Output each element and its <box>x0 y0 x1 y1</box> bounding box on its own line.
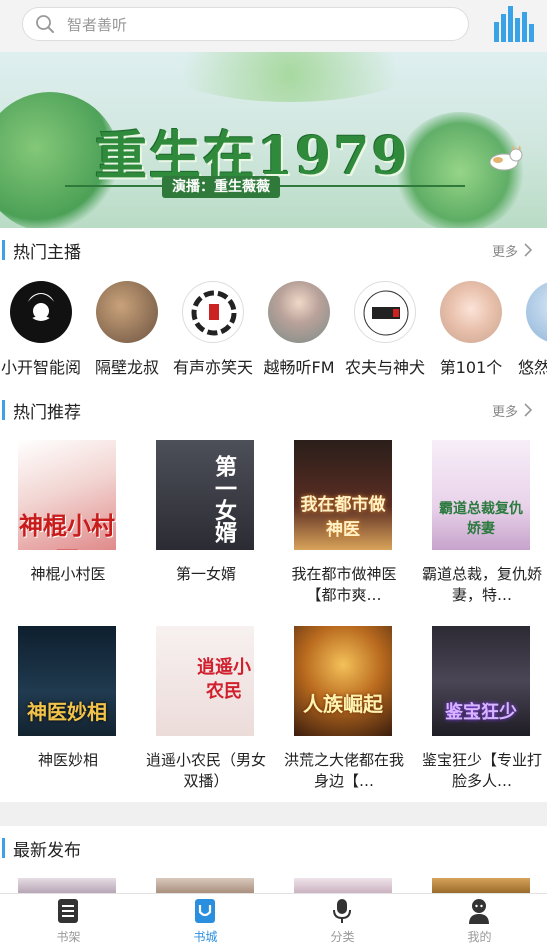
anchor-item[interactable]: 越畅听FM <box>254 278 344 382</box>
latest-header: 最新发布 <box>0 828 547 868</box>
book-card[interactable]: 逍遥小农民 逍遥小农民（男女双播） <box>146 626 266 796</box>
book-cover: 神棍小村医 <box>18 440 116 550</box>
hot-anchors-more-button[interactable]: 更多 <box>492 230 533 270</box>
book-title: 逍遥小农民（男女双播） <box>146 751 267 790</box>
nav-label: 书城 <box>193 930 218 944</box>
bookstore-icon <box>195 899 215 923</box>
anchor-name: 小开智能阅 <box>0 358 81 377</box>
book-card[interactable]: 我在都市做神医 我在都市做神医【都市爽… <box>284 440 404 610</box>
section-title: 热门推荐 <box>13 402 81 423</box>
cat-illustration-icon <box>489 145 523 171</box>
section-accent-bar <box>2 400 5 420</box>
banner-carousel[interactable]: 重生在1979 演播：重生薇薇 <box>0 52 547 228</box>
book-title: 洪荒之大佬都在我身边【… <box>284 751 405 790</box>
chevron-right-icon <box>524 243 533 257</box>
book-cover: 霸道总裁复仇娇妻 <box>432 440 530 550</box>
avatar <box>354 281 416 343</box>
nav-bookshelf[interactable]: 书架 <box>0 894 137 944</box>
banner-decoration <box>150 52 430 102</box>
book-cover: 逍遥小农民 <box>156 626 254 736</box>
nav-profile[interactable]: 我的 <box>411 894 547 944</box>
anchor-item[interactable]: 农夫与神犬 <box>340 278 430 382</box>
avatar <box>182 281 244 343</box>
book-cover: 人族崛起 <box>294 626 392 736</box>
book-cover: 我在都市做神医 <box>294 440 392 550</box>
top-bar: 智者善听 <box>0 0 547 52</box>
book-cover: 鉴宝狂少 <box>432 626 530 736</box>
avatar <box>440 281 502 343</box>
book-cover[interactable] <box>294 878 392 893</box>
anchor-item[interactable]: 有声亦笑天 <box>168 278 258 382</box>
section-divider <box>0 802 547 826</box>
avatar <box>268 281 330 343</box>
book-card[interactable]: 人族崛起 洪荒之大佬都在我身边【… <box>284 626 404 796</box>
banner-subtitle: 演播：重生薇薇 <box>162 176 280 198</box>
book-title: 鉴宝狂少【专业打脸多人… <box>422 751 543 790</box>
book-cover: 第一女婿 <box>156 440 254 550</box>
book-card[interactable]: 第一女婿 第一女婿 <box>146 440 266 610</box>
hot-anchors-list: 小开智能阅 隔壁龙叔 有声亦笑天 越畅听FM 农夫与神犬 第101个 悠然 <box>0 278 547 382</box>
book-cover[interactable] <box>432 878 530 893</box>
nav-label: 书架 <box>56 930 81 944</box>
anchor-name: 有声亦笑天 <box>172 358 253 377</box>
nav-label: 分类 <box>330 930 355 944</box>
chevron-right-icon <box>524 403 533 417</box>
book-card[interactable]: 霸道总裁复仇娇妻 霸道总裁，复仇娇妻，特… <box>422 440 542 610</box>
hot-recommend-more-button[interactable]: 更多 <box>492 390 533 430</box>
book-title: 神医妙相 <box>37 751 98 769</box>
section-accent-bar <box>2 838 5 858</box>
section-title: 热门主播 <box>13 242 81 263</box>
bookshelf-icon <box>58 899 78 923</box>
avatar <box>526 281 547 343</box>
anchor-name: 农夫与神犬 <box>344 358 425 377</box>
book-title: 神棍小村医 <box>30 565 106 583</box>
more-label: 更多 <box>491 404 518 420</box>
search-placeholder: 智者善听 <box>67 15 128 34</box>
book-cover[interactable] <box>156 878 254 893</box>
avatar <box>10 281 72 343</box>
book-cover: 神医妙相 <box>18 626 116 736</box>
book-title: 我在都市做神医【都市爽… <box>291 565 397 604</box>
nav-label: 我的 <box>467 930 492 944</box>
anchor-item[interactable]: 悠然 <box>510 278 547 382</box>
profile-icon <box>469 899 489 924</box>
book-card[interactable]: 神棍小村医 神棍小村医 <box>8 440 128 610</box>
anchor-name: 越畅听FM <box>263 358 335 377</box>
anchor-item[interactable]: 隔壁龙叔 <box>82 278 172 382</box>
hot-anchors-header: 热门主播 更多 <box>0 230 547 270</box>
hot-recommend-header: 热门推荐 更多 <box>0 390 547 430</box>
section-accent-bar <box>2 240 5 260</box>
anchor-item[interactable]: 小开智能阅 <box>0 278 86 382</box>
microphone-icon <box>333 899 351 923</box>
nav-category[interactable]: 分类 <box>274 894 411 944</box>
section-title: 最新发布 <box>13 840 81 861</box>
more-label: 更多 <box>491 244 518 260</box>
book-card[interactable]: 鉴宝狂少 鉴宝狂少【专业打脸多人… <box>422 626 542 796</box>
anchor-name: 第101个 <box>439 358 503 377</box>
search-icon <box>36 15 54 33</box>
book-title: 第一女婿 <box>175 565 236 583</box>
nav-bookstore[interactable]: 书城 <box>137 894 274 944</box>
book-card[interactable]: 神医妙相 神医妙相 <box>8 626 128 796</box>
book-cover[interactable] <box>18 878 116 893</box>
anchor-item[interactable]: 第101个 <box>426 278 516 382</box>
bookstore-page: 智者善听 重生在1979 演播：重生薇薇 热门主播 更多 小开智能阅 隔壁龙叔 … <box>0 0 547 944</box>
bottom-navigation: 书架 书城 分类 我的 <box>0 893 547 944</box>
anchor-name: 隔壁龙叔 <box>94 358 159 377</box>
avatar <box>96 281 158 343</box>
anchor-name: 悠然 <box>518 358 547 377</box>
search-input[interactable]: 智者善听 <box>22 7 469 41</box>
ranking-chart-icon[interactable] <box>494 6 534 42</box>
book-title: 霸道总裁，复仇娇妻，特… <box>422 565 543 604</box>
